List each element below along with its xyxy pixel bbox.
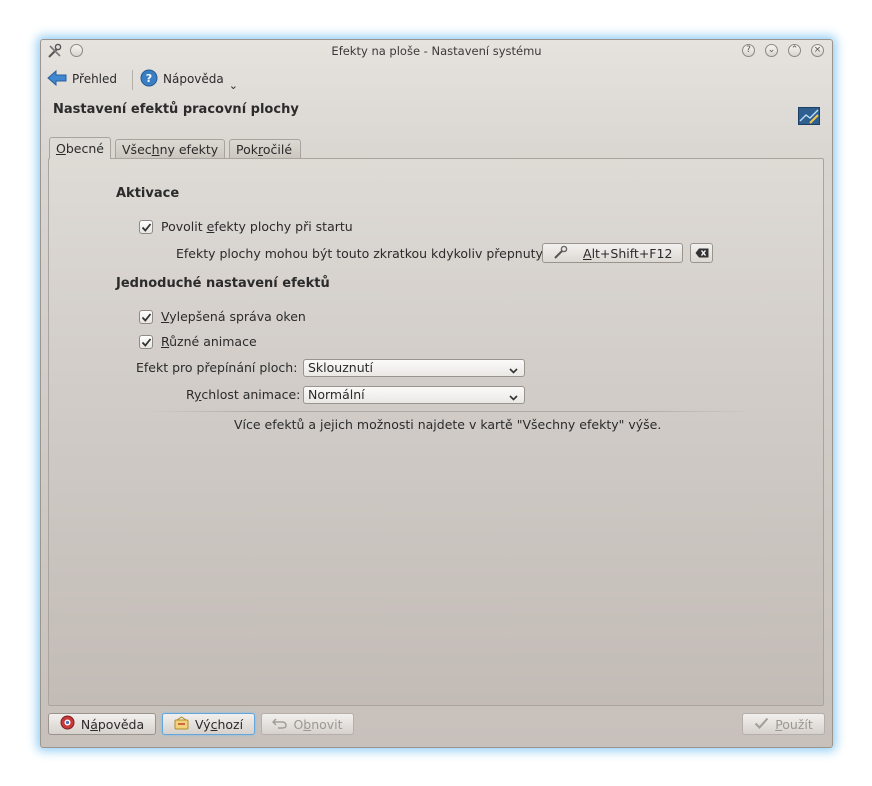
more-effects-info: Více efektů a jejich možnosti najdete v … [234,417,662,432]
tab-advanced-label: očilé [262,142,293,157]
checkmark-icon [141,338,152,347]
defaults-icon [174,715,189,733]
help-toolbar-button[interactable]: ? Nápověda ⌄ [140,68,238,92]
animation-speed-pre: R [186,387,195,402]
help-button[interactable]: Nápověda [48,713,156,735]
window-management-checkbox[interactable] [139,310,153,324]
tab-advanced-pre: Pok [236,142,258,157]
apply-button-label: oužít [782,716,813,732]
shortcut-value: lt+Shift+F12 [591,245,673,261]
close-button[interactable]: × [811,44,824,57]
help-lifebuoy-icon [60,715,75,733]
help-icon: ? [140,69,158,90]
clear-icon [695,246,709,261]
chevron-down-icon [509,363,518,374]
help-button-label: pověda [97,716,145,732]
clear-shortcut-button[interactable] [690,243,713,263]
desktop-switch-value: Sklouznutí [308,360,373,375]
tab-all-effects[interactable]: Všechny efekty [115,139,225,158]
defaults-button[interactable]: Výchozí [162,713,255,735]
window-management-accel: V [161,309,170,324]
animation-speed-value: Normální [308,387,365,402]
animations-accel: R [161,334,170,349]
desktop-effects-icon [798,107,820,125]
minimize-button[interactable]: ⌄ [765,44,778,57]
shortcut-accel: A [583,245,592,261]
window-title: Efekty na ploše - Nastavení systému [331,44,542,58]
animation-speed-label: Rychlost animace: [186,387,300,402]
title-bar[interactable]: Efekty na ploše - Nastavení systému ? ⌄ … [41,40,832,62]
enable-effects-pre: Povolit [161,219,207,234]
toolbar: Přehled ? Nápověda ⌄ [41,64,832,92]
general-tab-panel: Aktivace Povolit efekty plochy při start… [48,158,824,706]
reset-button-label: novit [311,716,343,732]
animations-rest: ůzné animace [169,334,257,349]
apply-button[interactable]: Použít [742,713,825,735]
overview-button[interactable]: Přehled [47,68,117,90]
tab-all-effects-pre: Všec [122,142,152,157]
enable-effects-checkbox[interactable] [139,220,153,234]
enable-effects-label[interactable]: Povolit efekty plochy při startu [161,219,353,234]
tab-all-effects-label: ny efekty [159,142,219,157]
defaults-button-pre: Vý [194,716,211,732]
tab-advanced[interactable]: Pokročilé [229,139,301,158]
checkmark-icon [141,223,152,232]
desktop-switch-label: Efekt pro přepínání ploch: [136,360,298,375]
desktop-switch-select[interactable]: Sklouznutí [303,359,525,377]
help-window-button[interactable]: ? [742,44,755,57]
maximize-button[interactable]: ⌃ [788,44,801,57]
shortcut-description: Efekty plochy mohou být touto zkratkou k… [176,246,547,261]
help-button-pre: N [80,716,91,732]
back-arrow-icon [47,69,67,89]
simple-settings-heading: Jednoduché nastavení efektů [116,276,330,291]
enable-effects-rest: fekty plochy při startu [214,219,353,234]
shortcut-button[interactable]: Alt+Shift+F12 [542,243,683,263]
animation-speed-select[interactable]: Normální [303,386,525,404]
checkmark-icon [141,313,152,322]
animations-label[interactable]: Různé animace [161,334,257,349]
help-button-accel: á [90,716,98,732]
tab-general[interactable]: Obecné [49,137,111,159]
settings-window: Efekty na ploše - Nastavení systému ? ⌄ … [40,39,833,748]
overview-label: Přehled [72,72,118,86]
undo-icon [272,717,288,732]
toolbar-separator [132,70,133,90]
tab-general-accel: O [56,141,66,156]
reset-button-pre: O [293,716,304,732]
window-management-rest: ylepšená správa oken [169,309,306,324]
tab-general-label: becné [65,141,104,156]
reset-button[interactable]: Obnovit [261,713,354,735]
page-title: Nastavení efektů pracovní plochy [53,102,299,117]
help-toolbar-label: Nápověda [163,72,224,86]
tab-all-effects-accel: h [151,142,160,157]
chevron-down-icon[interactable]: ⌄ [229,79,238,92]
chevron-down-icon [509,390,518,401]
divider [144,411,754,412]
animations-checkbox[interactable] [139,335,153,349]
defaults-button-label: hozí [217,716,244,732]
window-management-label[interactable]: Vylepšená správa oken [161,309,306,324]
wrench-icon [553,245,569,262]
svg-text:?: ? [146,72,152,85]
activation-heading: Aktivace [116,186,180,201]
checkmark-icon [754,717,769,732]
animation-speed-rest: chlost animace: [201,387,301,402]
